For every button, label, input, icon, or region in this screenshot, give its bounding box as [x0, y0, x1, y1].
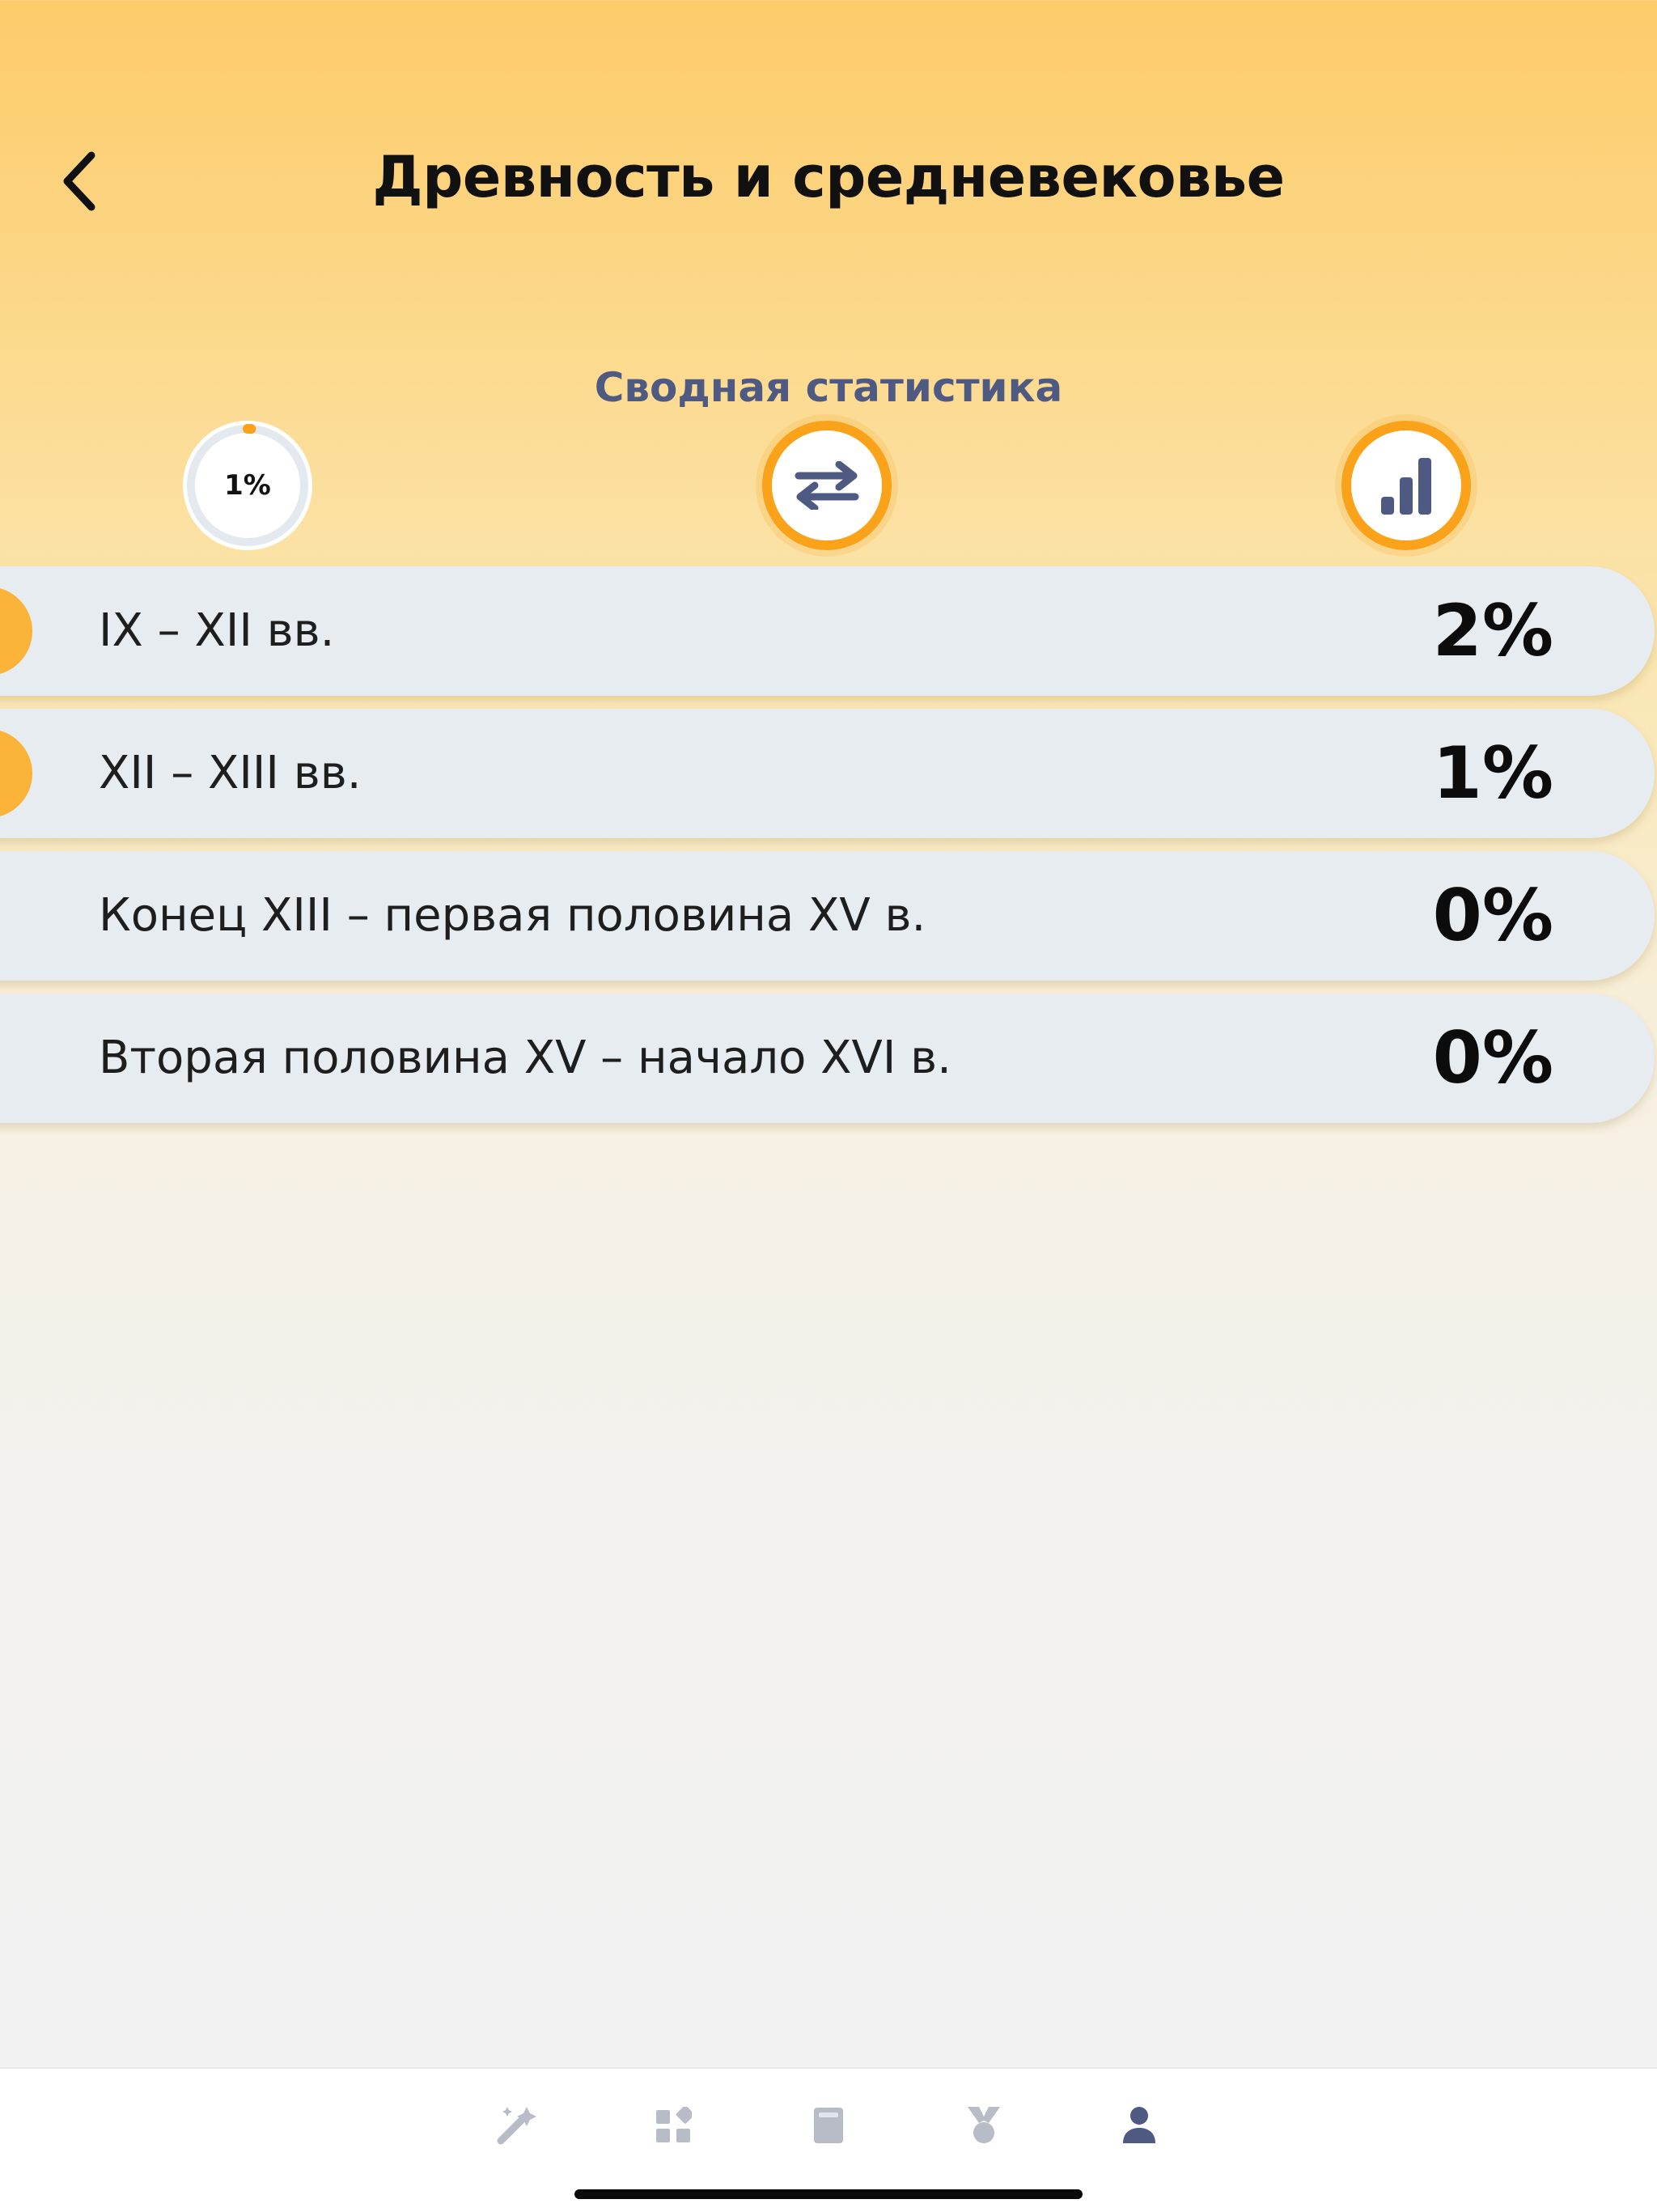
tab-blocks[interactable]: [649, 2101, 697, 2150]
book-icon: [814, 2108, 843, 2143]
period-row[interactable]: IX – XII вв. 2%: [0, 566, 1655, 696]
period-percent: 1%: [1432, 731, 1553, 815]
overall-progress-ring: 1%: [183, 421, 312, 550]
period-percent: 2%: [1432, 589, 1553, 672]
period-percent: 0%: [1432, 874, 1553, 957]
statistics-button[interactable]: [1341, 421, 1471, 550]
home-indicator: [574, 2189, 1083, 2199]
profile-icon: [1123, 2107, 1155, 2143]
swap-arrows-icon: [795, 461, 859, 510]
period-marker: [0, 587, 32, 676]
period-marker: [0, 729, 32, 818]
period-row[interactable]: Конец XIII – первая половина XV в. 0%: [0, 851, 1655, 981]
medal-icon: [968, 2107, 1000, 2143]
overall-progress-label: 1%: [224, 469, 271, 502]
tab-profile[interactable]: [1115, 2101, 1163, 2150]
page-title: Древность и средневековье: [372, 144, 1285, 210]
period-row[interactable]: Вторая половина XV – начало XVI в. 0%: [0, 994, 1655, 1123]
tab-book[interactable]: [804, 2101, 853, 2150]
bar-chart-icon: [1381, 458, 1431, 515]
period-label: Конец XIII – первая половина XV в.: [99, 889, 926, 942]
swap-button[interactable]: [762, 421, 892, 550]
magic-wand-icon: [497, 2107, 536, 2145]
period-label: IX – XII вв.: [99, 604, 335, 657]
summary-title: Сводная статистика: [594, 364, 1063, 411]
period-label: Вторая половина XV – начало XVI в.: [99, 1032, 951, 1084]
tab-magic[interactable]: [492, 2101, 540, 2150]
blocks-icon: [656, 2107, 692, 2142]
tab-medal[interactable]: [960, 2101, 1008, 2150]
period-percent: 0%: [1432, 1016, 1553, 1100]
period-row[interactable]: XII – XIII вв. 1%: [0, 709, 1655, 838]
period-label: XII – XIII вв.: [99, 747, 362, 799]
